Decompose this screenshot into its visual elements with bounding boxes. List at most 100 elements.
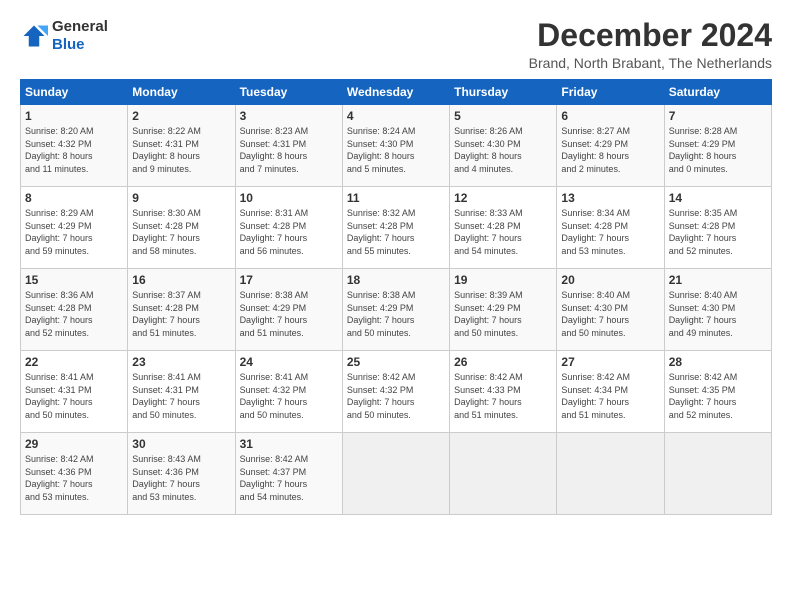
table-row: 3 Sunrise: 8:23 AMSunset: 4:31 PMDaylight… bbox=[235, 105, 342, 187]
cell-text: Sunrise: 8:42 AMSunset: 4:36 PMDaylight:… bbox=[25, 453, 123, 503]
cell-text: Sunrise: 8:33 AMSunset: 4:28 PMDaylight:… bbox=[454, 207, 552, 257]
header-tuesday: Tuesday bbox=[235, 80, 342, 105]
logo-icon bbox=[20, 22, 48, 50]
month-title: December 2024 bbox=[529, 18, 772, 53]
table-row: 8 Sunrise: 8:29 AMSunset: 4:29 PMDaylight… bbox=[21, 187, 128, 269]
calendar-week-3: 22 Sunrise: 8:41 AMSunset: 4:31 PMDayligh… bbox=[21, 351, 772, 433]
table-row bbox=[557, 433, 664, 515]
table-row: 26 Sunrise: 8:42 AMSunset: 4:33 PMDayligh… bbox=[450, 351, 557, 433]
table-row: 5 Sunrise: 8:26 AMSunset: 4:30 PMDaylight… bbox=[450, 105, 557, 187]
day-number: 20 bbox=[561, 273, 659, 287]
header-sunday: Sunday bbox=[21, 80, 128, 105]
day-number: 5 bbox=[454, 109, 552, 123]
table-row: 2 Sunrise: 8:22 AMSunset: 4:31 PMDaylight… bbox=[128, 105, 235, 187]
cell-text: Sunrise: 8:26 AMSunset: 4:30 PMDaylight:… bbox=[454, 125, 552, 175]
day-number: 1 bbox=[25, 109, 123, 123]
table-row bbox=[450, 433, 557, 515]
day-number: 6 bbox=[561, 109, 659, 123]
day-number: 14 bbox=[669, 191, 767, 205]
day-number: 30 bbox=[132, 437, 230, 451]
table-row: 30 Sunrise: 8:43 AMSunset: 4:36 PMDayligh… bbox=[128, 433, 235, 515]
cell-text: Sunrise: 8:41 AMSunset: 4:31 PMDaylight:… bbox=[25, 371, 123, 421]
table-row: 11 Sunrise: 8:32 AMSunset: 4:28 PMDayligh… bbox=[342, 187, 449, 269]
table-row: 24 Sunrise: 8:41 AMSunset: 4:32 PMDayligh… bbox=[235, 351, 342, 433]
page: General Blue December 2024 Brand, North … bbox=[0, 0, 792, 612]
table-row: 25Sunrise: 8:42 AMSunset: 4:32 PMDayligh… bbox=[342, 351, 449, 433]
table-row: 23 Sunrise: 8:41 AMSunset: 4:31 PMDayligh… bbox=[128, 351, 235, 433]
cell-text: Sunrise: 8:32 AMSunset: 4:28 PMDaylight:… bbox=[347, 207, 445, 257]
table-row: 1 Sunrise: 8:20 AMSunset: 4:32 PMDaylight… bbox=[21, 105, 128, 187]
logo-text: General Blue bbox=[52, 18, 108, 54]
cell-text: Sunrise: 8:42 AMSunset: 4:32 PMDaylight:… bbox=[347, 371, 445, 421]
day-number: 4 bbox=[347, 109, 445, 123]
title-block: December 2024 Brand, North Brabant, The … bbox=[529, 18, 772, 71]
cell-text: Sunrise: 8:40 AMSunset: 4:30 PMDaylight:… bbox=[561, 289, 659, 339]
day-number: 24 bbox=[240, 355, 338, 369]
cell-text: Sunrise: 8:30 AMSunset: 4:28 PMDaylight:… bbox=[132, 207, 230, 257]
calendar: Sunday Monday Tuesday Wednesday Thursday… bbox=[20, 79, 772, 515]
table-row: 21 Sunrise: 8:40 AMSunset: 4:30 PMDayligh… bbox=[664, 269, 771, 351]
day-number: 26 bbox=[454, 355, 552, 369]
header-saturday: Saturday bbox=[664, 80, 771, 105]
day-number: 8 bbox=[25, 191, 123, 205]
day-number: 23 bbox=[132, 355, 230, 369]
table-row: 29Sunrise: 8:42 AMSunset: 4:36 PMDayligh… bbox=[21, 433, 128, 515]
cell-text: Sunrise: 8:42 AMSunset: 4:33 PMDaylight:… bbox=[454, 371, 552, 421]
table-row: 9 Sunrise: 8:30 AMSunset: 4:28 PMDaylight… bbox=[128, 187, 235, 269]
day-number: 27 bbox=[561, 355, 659, 369]
cell-text: Sunrise: 8:36 AMSunset: 4:28 PMDaylight:… bbox=[25, 289, 123, 339]
cell-text: Sunrise: 8:43 AMSunset: 4:36 PMDaylight:… bbox=[132, 453, 230, 503]
day-number: 16 bbox=[132, 273, 230, 287]
cell-text: Sunrise: 8:35 AMSunset: 4:28 PMDaylight:… bbox=[669, 207, 767, 257]
cell-text: Sunrise: 8:23 AMSunset: 4:31 PMDaylight:… bbox=[240, 125, 338, 175]
day-number: 2 bbox=[132, 109, 230, 123]
day-number: 10 bbox=[240, 191, 338, 205]
table-row bbox=[664, 433, 771, 515]
cell-text: Sunrise: 8:20 AMSunset: 4:32 PMDaylight:… bbox=[25, 125, 123, 175]
day-number: 13 bbox=[561, 191, 659, 205]
day-number: 11 bbox=[347, 191, 445, 205]
day-number: 19 bbox=[454, 273, 552, 287]
table-row: 6Sunrise: 8:27 AMSunset: 4:29 PMDaylight… bbox=[557, 105, 664, 187]
table-row: 31Sunrise: 8:42 AMSunset: 4:37 PMDayligh… bbox=[235, 433, 342, 515]
header-thursday: Thursday bbox=[450, 80, 557, 105]
cell-text: Sunrise: 8:41 AMSunset: 4:32 PMDaylight:… bbox=[240, 371, 338, 421]
day-number: 15 bbox=[25, 273, 123, 287]
day-number: 21 bbox=[669, 273, 767, 287]
table-row: 28 Sunrise: 8:42 AMSunset: 4:35 PMDayligh… bbox=[664, 351, 771, 433]
day-number: 3 bbox=[240, 109, 338, 123]
table-row: 10Sunrise: 8:31 AMSunset: 4:28 PMDayligh… bbox=[235, 187, 342, 269]
day-number: 7 bbox=[669, 109, 767, 123]
day-number: 28 bbox=[669, 355, 767, 369]
header-friday: Friday bbox=[557, 80, 664, 105]
table-row: 18Sunrise: 8:38 AMSunset: 4:29 PMDayligh… bbox=[342, 269, 449, 351]
table-row: 17Sunrise: 8:38 AMSunset: 4:29 PMDayligh… bbox=[235, 269, 342, 351]
cell-text: Sunrise: 8:22 AMSunset: 4:31 PMDaylight:… bbox=[132, 125, 230, 175]
cell-text: Sunrise: 8:41 AMSunset: 4:31 PMDaylight:… bbox=[132, 371, 230, 421]
calendar-week-4: 29Sunrise: 8:42 AMSunset: 4:36 PMDayligh… bbox=[21, 433, 772, 515]
location-title: Brand, North Brabant, The Netherlands bbox=[529, 55, 772, 71]
table-row: 20 Sunrise: 8:40 AMSunset: 4:30 PMDayligh… bbox=[557, 269, 664, 351]
table-row: 12 Sunrise: 8:33 AMSunset: 4:28 PMDayligh… bbox=[450, 187, 557, 269]
table-row: 19 Sunrise: 8:39 AMSunset: 4:29 PMDayligh… bbox=[450, 269, 557, 351]
cell-text: Sunrise: 8:39 AMSunset: 4:29 PMDaylight:… bbox=[454, 289, 552, 339]
day-number: 12 bbox=[454, 191, 552, 205]
cell-text: Sunrise: 8:34 AMSunset: 4:28 PMDaylight:… bbox=[561, 207, 659, 257]
day-number: 31 bbox=[240, 437, 338, 451]
header-wednesday: Wednesday bbox=[342, 80, 449, 105]
table-row: 4Sunrise: 8:24 AMSunset: 4:30 PMDaylight… bbox=[342, 105, 449, 187]
day-number: 9 bbox=[132, 191, 230, 205]
table-row bbox=[342, 433, 449, 515]
table-row: 27Sunrise: 8:42 AMSunset: 4:34 PMDayligh… bbox=[557, 351, 664, 433]
table-row: 14 Sunrise: 8:35 AMSunset: 4:28 PMDayligh… bbox=[664, 187, 771, 269]
day-number: 22 bbox=[25, 355, 123, 369]
table-row: 22 Sunrise: 8:41 AMSunset: 4:31 PMDayligh… bbox=[21, 351, 128, 433]
cell-text: Sunrise: 8:29 AMSunset: 4:29 PMDaylight:… bbox=[25, 207, 123, 257]
cell-text: Sunrise: 8:40 AMSunset: 4:30 PMDaylight:… bbox=[669, 289, 767, 339]
table-row: 7Sunrise: 8:28 AMSunset: 4:29 PMDaylight… bbox=[664, 105, 771, 187]
cell-text: Sunrise: 8:42 AMSunset: 4:35 PMDaylight:… bbox=[669, 371, 767, 421]
calendar-header-row: Sunday Monday Tuesday Wednesday Thursday… bbox=[21, 80, 772, 105]
cell-text: Sunrise: 8:38 AMSunset: 4:29 PMDaylight:… bbox=[240, 289, 338, 339]
day-number: 18 bbox=[347, 273, 445, 287]
logo: General Blue bbox=[20, 18, 108, 54]
